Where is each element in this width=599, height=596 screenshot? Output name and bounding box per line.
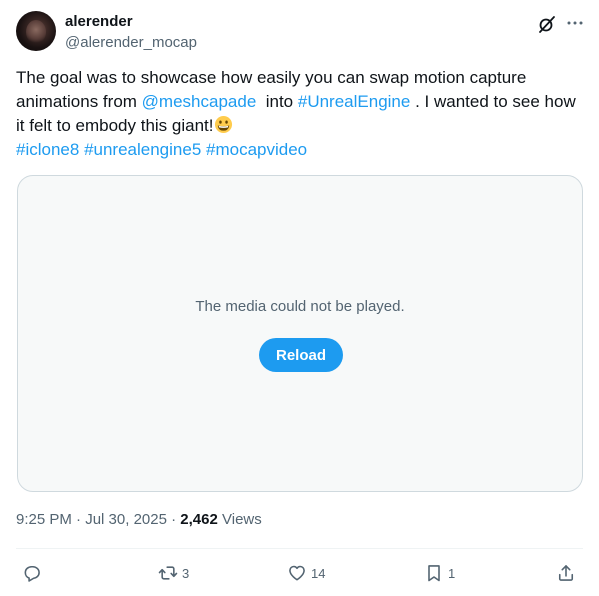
hashtag-link-unrealengine[interactable]: #UnrealEngine: [298, 92, 410, 111]
user-handle[interactable]: @alerender_mocap: [65, 34, 197, 51]
hashtag-link[interactable]: #iclone8: [16, 140, 79, 159]
views-label: Views: [217, 511, 262, 528]
meta-separator: ·: [71, 511, 86, 528]
like-button[interactable]: 14: [287, 562, 325, 584]
grok-icon[interactable]: [537, 14, 557, 34]
media-container: The media could not be played. Reload: [17, 175, 583, 492]
share-icon: [558, 565, 574, 581]
bookmark-count: 1: [448, 565, 456, 581]
mention-link[interactable]: @meshcapade: [142, 92, 257, 111]
hashtag-link[interactable]: #mocapvideo: [206, 140, 307, 159]
views-count: 2,462: [180, 511, 218, 528]
reply-icon: [24, 565, 40, 582]
tweet-date[interactable]: Jul 30, 2025: [85, 511, 167, 528]
grinning-face-icon: [214, 115, 232, 134]
more-options-icon[interactable]: [566, 14, 584, 32]
heart-icon: [289, 565, 305, 581]
display-name[interactable]: alerender: [65, 13, 133, 30]
tweet: alerender @alerender_mocap The goal was …: [0, 0, 599, 596]
divider: [16, 548, 583, 549]
retweet-button[interactable]: 3: [158, 562, 189, 584]
tweet-time[interactable]: 9:25 PM: [16, 511, 72, 528]
media-error-message: The media could not be played.: [195, 298, 405, 315]
tweet-meta: 9:25 PM · Jul 30, 2025 · 2,462 Views: [16, 511, 262, 528]
reload-button[interactable]: Reload: [259, 338, 343, 372]
retweet-icon: [158, 566, 178, 580]
like-count: 14: [311, 565, 326, 581]
tweet-text-part2: into: [256, 92, 298, 111]
retweet-count: 3: [182, 565, 190, 581]
reply-button[interactable]: [22, 562, 46, 584]
bookmark-icon: [428, 565, 440, 582]
meta-separator: ·: [166, 511, 181, 528]
tweet-text: The goal was to showcase how easily you …: [16, 66, 581, 162]
avatar[interactable]: [16, 11, 56, 51]
hashtag-link[interactable]: #unrealengine5: [84, 140, 201, 159]
bookmark-button[interactable]: 1: [424, 562, 455, 584]
share-button[interactable]: [556, 562, 576, 584]
